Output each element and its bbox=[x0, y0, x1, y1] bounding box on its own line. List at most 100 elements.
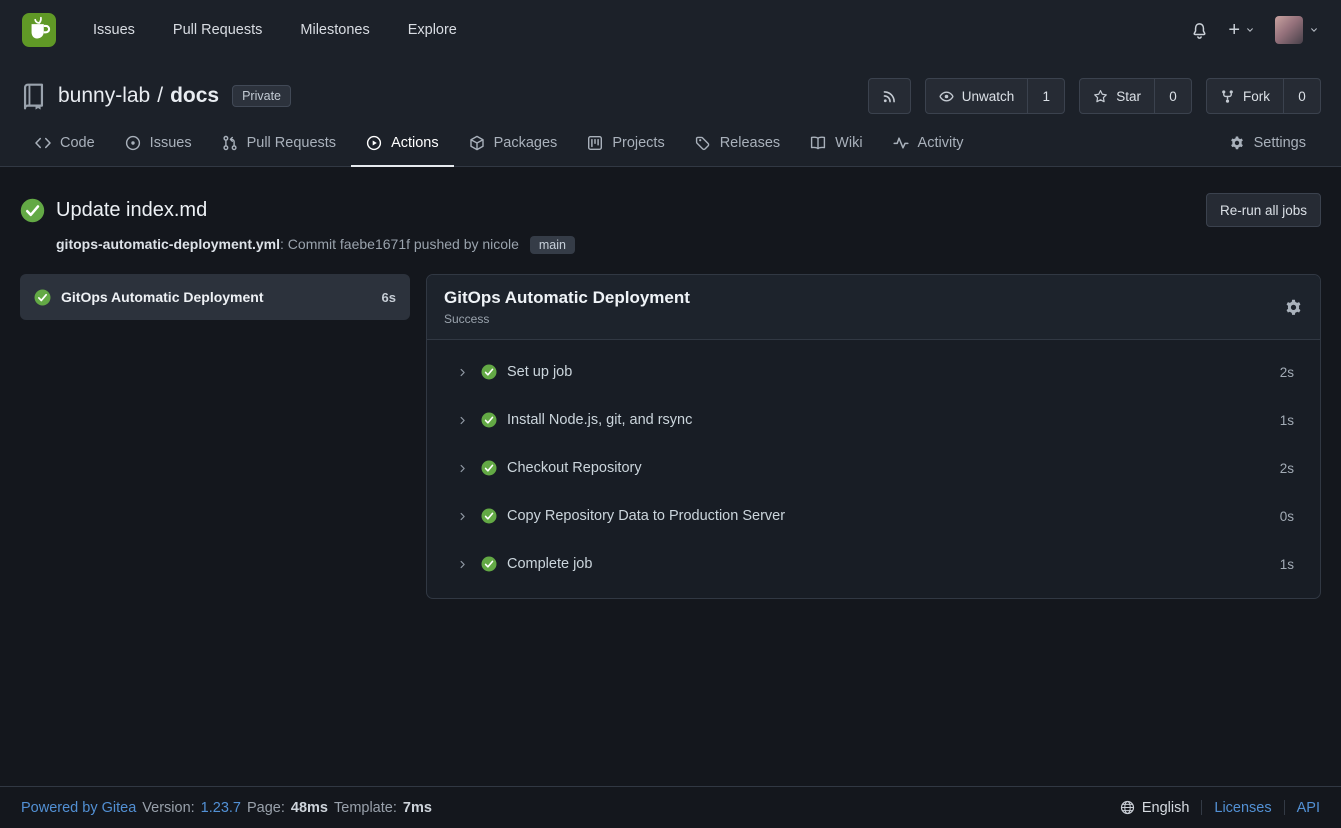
step-name: Set up job bbox=[507, 364, 572, 380]
gitea-logo[interactable] bbox=[22, 13, 56, 47]
repo-title-separator: / bbox=[157, 84, 163, 108]
job-name: GitOps Automatic Deployment bbox=[61, 289, 372, 305]
tab-label: Packages bbox=[494, 135, 558, 151]
tab-code[interactable]: Code bbox=[20, 120, 110, 166]
gitea-logo-icon bbox=[22, 13, 56, 47]
chevron-down-icon bbox=[1309, 25, 1319, 35]
tab-settings[interactable]: Settings bbox=[1214, 120, 1321, 166]
tab-label: Actions bbox=[391, 135, 439, 151]
tab-packages[interactable]: Packages bbox=[454, 120, 573, 166]
watchers-count[interactable]: 1 bbox=[1027, 78, 1065, 114]
navbar-right: + bbox=[1191, 16, 1319, 44]
actions-icon bbox=[366, 135, 382, 151]
fork-button[interactable]: Fork bbox=[1206, 78, 1284, 114]
job-options-button[interactable] bbox=[1284, 298, 1303, 317]
rerun-all-jobs-button[interactable]: Re-run all jobs bbox=[1206, 193, 1321, 227]
job-panel-header: GitOps Automatic Deployment Success bbox=[427, 275, 1320, 340]
tab-label: Issues bbox=[150, 135, 192, 151]
tab-activity[interactable]: Activity bbox=[878, 120, 979, 166]
tab-label: Projects bbox=[612, 135, 664, 151]
step-duration: 1s bbox=[1280, 557, 1294, 572]
actions-run-page: Update index.md Re-run all jobs gitops-a… bbox=[0, 167, 1341, 786]
chevron-right-icon bbox=[457, 463, 468, 474]
nav-item-explore[interactable]: Explore bbox=[389, 0, 476, 60]
create-new-button[interactable]: + bbox=[1228, 20, 1255, 40]
star-icon bbox=[1093, 89, 1108, 104]
globe-icon bbox=[1120, 800, 1135, 815]
releases-icon bbox=[695, 135, 711, 151]
nav-item-issues[interactable]: Issues bbox=[74, 0, 154, 60]
tab-releases[interactable]: Releases bbox=[680, 120, 795, 166]
run-title: Update index.md bbox=[56, 199, 207, 222]
step-duration: 2s bbox=[1280, 461, 1294, 476]
tab-pull-requests[interactable]: Pull Requests bbox=[207, 120, 351, 166]
tab-actions[interactable]: Actions bbox=[351, 120, 454, 166]
step-name: Checkout Repository bbox=[507, 460, 642, 476]
repo-name-link[interactable]: docs bbox=[170, 84, 219, 108]
fork-button-group: Fork 0 bbox=[1206, 78, 1321, 114]
user-menu[interactable] bbox=[1275, 16, 1319, 44]
job-duration: 6s bbox=[382, 290, 396, 305]
licenses-link[interactable]: Licenses bbox=[1214, 800, 1271, 816]
job-status: Success bbox=[444, 312, 690, 326]
branch-badge[interactable]: main bbox=[530, 236, 575, 254]
step-name: Complete job bbox=[507, 556, 592, 572]
notifications-button[interactable] bbox=[1191, 22, 1208, 39]
chevron-right-icon bbox=[457, 559, 468, 570]
rss-icon bbox=[882, 89, 897, 104]
repo-header: bunny-lab / docs Private Unwatch 1 Star … bbox=[0, 60, 1341, 167]
repo-owner-link[interactable]: bunny-lab bbox=[58, 84, 150, 108]
step-row[interactable]: Checkout Repository 2s bbox=[427, 444, 1320, 492]
tab-label: Code bbox=[60, 135, 95, 151]
job-detail-panel: GitOps Automatic Deployment Success Set … bbox=[426, 274, 1321, 599]
rss-button[interactable] bbox=[868, 78, 911, 114]
language-selector[interactable]: English bbox=[1142, 800, 1190, 816]
check-circle-icon bbox=[34, 289, 51, 306]
step-duration: 0s bbox=[1280, 509, 1294, 524]
nav-item-pull-requests[interactable]: Pull Requests bbox=[154, 0, 281, 60]
forks-count[interactable]: 0 bbox=[1283, 78, 1321, 114]
top-navbar: Issues Pull Requests Milestones Explore … bbox=[0, 0, 1341, 60]
check-circle-icon bbox=[481, 556, 497, 572]
repo-title: bunny-lab / docs bbox=[58, 84, 219, 108]
footer-left: Powered by Gitea Version: 1.23.7 Page: 4… bbox=[21, 800, 432, 816]
repo-icon bbox=[20, 83, 47, 110]
gear-icon bbox=[1284, 298, 1303, 317]
step-row[interactable]: Complete job 1s bbox=[427, 540, 1320, 588]
tab-projects[interactable]: Projects bbox=[572, 120, 679, 166]
tab-label: Activity bbox=[918, 135, 964, 151]
star-button-group: Star 0 bbox=[1079, 78, 1192, 114]
step-row[interactable]: Copy Repository Data to Production Serve… bbox=[427, 492, 1320, 540]
version-link[interactable]: 1.23.7 bbox=[201, 800, 241, 816]
step-row[interactable]: Install Node.js, git, and rsync 1s bbox=[427, 396, 1320, 444]
tab-label: Releases bbox=[720, 135, 780, 151]
tab-wiki[interactable]: Wiki bbox=[795, 120, 877, 166]
pull-request-icon bbox=[222, 135, 238, 151]
check-circle-icon bbox=[20, 198, 45, 223]
job-list: GitOps Automatic Deployment 6s bbox=[20, 274, 410, 320]
package-icon bbox=[469, 135, 485, 151]
star-button[interactable]: Star bbox=[1079, 78, 1155, 114]
step-duration: 2s bbox=[1280, 365, 1294, 380]
job-list-item[interactable]: GitOps Automatic Deployment 6s bbox=[20, 274, 410, 320]
api-link[interactable]: API bbox=[1297, 800, 1320, 816]
stars-count[interactable]: 0 bbox=[1154, 78, 1192, 114]
footer-divider bbox=[1201, 800, 1202, 815]
footer-right: English Licenses API bbox=[1120, 800, 1320, 816]
bell-icon bbox=[1191, 22, 1208, 39]
check-circle-icon bbox=[481, 460, 497, 476]
tab-label: Wiki bbox=[835, 135, 862, 151]
step-duration: 1s bbox=[1280, 413, 1294, 428]
repo-actions: Unwatch 1 Star 0 Fork 0 bbox=[868, 78, 1321, 114]
unwatch-button[interactable]: Unwatch bbox=[925, 78, 1029, 114]
nav-item-milestones[interactable]: Milestones bbox=[281, 0, 388, 60]
template-time-label: Template: bbox=[334, 800, 397, 816]
tab-issues[interactable]: Issues bbox=[110, 120, 207, 166]
commit-info: : Commit faebe1671f pushed by nicole bbox=[280, 236, 519, 252]
step-row[interactable]: Set up job 2s bbox=[427, 348, 1320, 396]
workflow-file-link[interactable]: gitops-automatic-deployment.yml bbox=[56, 236, 280, 252]
repo-title-row: bunny-lab / docs Private Unwatch 1 Star … bbox=[20, 74, 1321, 118]
job-panel-title: GitOps Automatic Deployment bbox=[444, 288, 690, 308]
powered-by-link[interactable]: Powered by Gitea bbox=[21, 800, 136, 816]
check-circle-icon bbox=[481, 364, 497, 380]
